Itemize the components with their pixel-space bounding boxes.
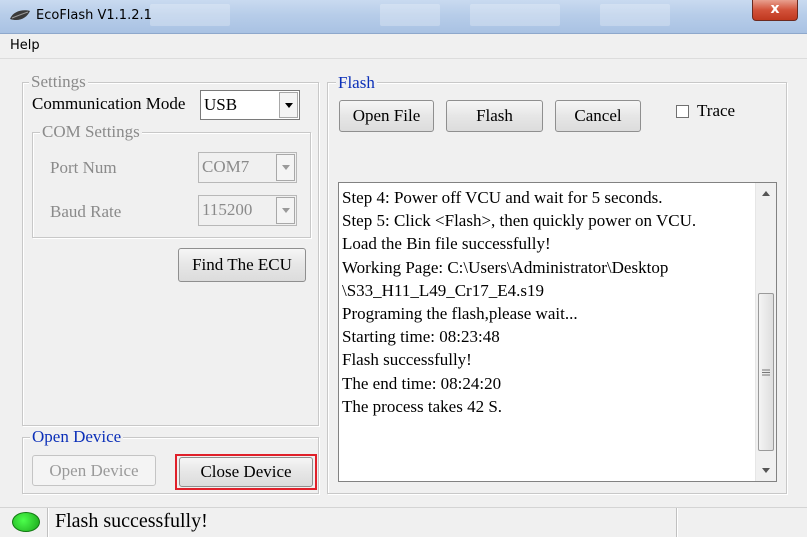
baud-rate-value: 115200 — [202, 200, 253, 219]
port-num-label: Port Num — [50, 158, 117, 177]
settings-group-label: Settings — [29, 72, 88, 91]
eco-leaf-icon — [10, 10, 30, 21]
log-line: The process takes 42 S. — [342, 396, 503, 416]
log-line: Load the Bin file successfully! — [342, 234, 551, 254]
open-device-button: Open Device — [32, 455, 156, 486]
chevron-down-icon[interactable] — [279, 92, 298, 118]
trace-label: Trace — [697, 101, 736, 120]
log-line: Step 4: Power off VCU and wait for 5 sec… — [342, 188, 663, 207]
flash-button[interactable]: Flash — [446, 100, 543, 132]
menu-bar — [0, 34, 807, 59]
baud-rate-select: 115200 — [198, 195, 297, 226]
port-num-value: COM7 — [202, 157, 250, 176]
com-settings-group-label: COM Settings — [40, 122, 142, 141]
log-textbox[interactable]: Step 4: Power off VCU and wait for 5 sec… — [338, 182, 777, 482]
comm-mode-select[interactable]: USB — [200, 90, 300, 120]
scroll-thumb[interactable] — [758, 293, 774, 451]
port-num-select: COM7 — [198, 152, 297, 183]
window-title: EcoFlash V1.1.2.1 — [36, 8, 152, 23]
cancel-button[interactable]: Cancel — [555, 100, 641, 132]
comm-mode-value: USB — [204, 95, 238, 114]
log-line: Programing the flash,please wait... — [342, 304, 578, 324]
log-line: \S33_H11_L49_Cr17_E4.s19 — [342, 280, 544, 300]
vertical-scrollbar[interactable] — [755, 183, 776, 481]
scroll-up-arrow-icon[interactable] — [762, 191, 770, 196]
close-button[interactable]: x — [752, 0, 798, 21]
find-ecu-button[interactable]: Find The ECU — [178, 248, 306, 282]
comm-mode-label: Communication Mode — [32, 94, 186, 113]
chevron-down-icon — [276, 154, 295, 181]
log-line: Working Page: C:\Users\Administrator\Des… — [342, 257, 669, 277]
log-line: The end time: 08:24:20 — [342, 373, 502, 393]
status-divider — [676, 508, 677, 537]
status-divider — [47, 508, 48, 537]
log-line: Starting time: 08:23:48 — [342, 327, 500, 347]
baud-rate-label: Baud Rate — [50, 202, 122, 221]
menu-item-help[interactable]: Help — [10, 38, 40, 53]
chevron-down-icon — [276, 197, 295, 224]
log-line: Flash successfully! — [342, 350, 472, 370]
grip-icon — [762, 369, 770, 376]
status-led-icon — [12, 512, 40, 532]
scroll-down-arrow-icon[interactable] — [762, 468, 770, 473]
flash-group-label: Flash — [336, 73, 377, 92]
status-text: Flash successfully! — [55, 510, 208, 532]
open-file-button[interactable]: Open File — [339, 100, 434, 132]
trace-checkbox[interactable] — [676, 105, 689, 118]
log-line: Step 5: Click <Flash>, then quickly powe… — [342, 211, 697, 231]
open-device-group-label: Open Device — [30, 427, 124, 446]
close-device-button[interactable]: Close Device — [179, 457, 313, 487]
